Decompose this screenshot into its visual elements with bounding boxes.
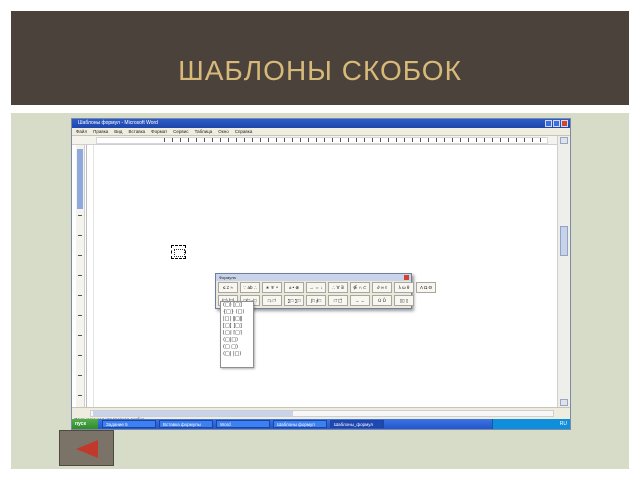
close-icon[interactable]: [404, 275, 409, 280]
taskbar-tasks: Задание 5 Вставка формулы Word Шаблоны ф…: [102, 420, 384, 428]
menu-items: Файл Правка Вид Вставка Формат Сервис Та…: [76, 128, 252, 135]
word-screenshot: Шаблоны формул - Microsoft Word Файл Пра…: [71, 118, 571, 430]
menu-view[interactable]: Вид: [114, 128, 122, 135]
slide-header: ШАБЛОНЫ СКОБОК: [11, 11, 629, 105]
taskbar-item[interactable]: Word: [216, 420, 270, 428]
bracket-option[interactable]: (□ □): [221, 344, 253, 351]
matrix-template-button[interactable]: ▯▯ ▯: [394, 295, 414, 306]
taskbar-item[interactable]: Шаблоны формул: [273, 420, 327, 428]
start-button[interactable]: пуск: [72, 419, 98, 429]
back-button[interactable]: [59, 430, 114, 466]
logic-button[interactable]: ∴ ∀ ∃: [328, 282, 348, 293]
script-template-button[interactable]: □ᵢ □ⁱ: [262, 295, 282, 306]
menu-format[interactable]: Формат: [151, 128, 167, 135]
sum-template-button[interactable]: ∑□ ∑□: [284, 295, 304, 306]
menu-help[interactable]: Справка: [235, 128, 253, 135]
maximize-icon[interactable]: [553, 120, 560, 127]
labeled-arrow-template-button[interactable]: → ←: [350, 295, 370, 306]
symbol-row: ≤ ≠ ≈ ∵ ab ∴ ∗ ∓ ∘ ± • ⊗ → ⇔ ↓ ∴ ∀ ∃ ∉ ∩…: [216, 281, 436, 294]
embellishments-button[interactable]: ∗ ∓ ∘: [262, 282, 282, 293]
horizontal-ruler: [72, 136, 570, 145]
equation-toolbar-title: Формула: [216, 274, 411, 281]
menu-window[interactable]: Окно: [218, 128, 228, 135]
slide-title: ШАБЛОНЫ СКОБОК: [178, 55, 462, 86]
operators-button[interactable]: ± • ⊗: [284, 282, 304, 293]
integral-template-button[interactable]: ∫□ ∮□: [306, 295, 326, 306]
scroll-thumb[interactable]: [560, 226, 568, 256]
window-controls: [545, 120, 568, 127]
vertical-ruler: [76, 145, 85, 407]
relations-button[interactable]: ≤ ≠ ≈: [218, 282, 238, 293]
sets-button[interactable]: ∉ ∩ ⊂: [350, 282, 370, 293]
bracket-option[interactable]: |□| ‖□‖: [221, 316, 253, 323]
greek-upper-button[interactable]: Λ Ω Θ: [416, 282, 436, 293]
minimize-icon[interactable]: [545, 120, 552, 127]
taskbar-item-active[interactable]: Шаблоны_формул: [330, 420, 384, 428]
spaces-button[interactable]: ∵ ab ∴: [240, 282, 260, 293]
bracket-template-palette: (□) [□] {□} ⟨□⟩ |□| ‖□‖ [□[ ]□] ⌊□⌋ ⌈□⌉ …: [220, 301, 254, 368]
bracket-option[interactable]: {□} ⟨□⟩: [221, 309, 253, 316]
formula-placeholder[interactable]: [171, 245, 186, 259]
system-tray: RU: [492, 419, 570, 429]
bracket-option[interactable]: ⌊□⌋ ⌈□⌉: [221, 330, 253, 337]
overbar-template-button[interactable]: □̄ □⃗: [328, 295, 348, 306]
menu-tools[interactable]: Сервис: [173, 128, 188, 135]
h-scroll-thumb[interactable]: [93, 411, 293, 416]
back-arrow-icon: [76, 440, 98, 458]
greek-lower-button[interactable]: λ ω θ: [394, 282, 414, 293]
close-icon[interactable]: [561, 120, 568, 127]
bracket-option[interactable]: ⟨□|□⟩: [221, 337, 253, 344]
bracket-option[interactable]: (□) [□]: [221, 302, 253, 309]
vertical-scrollbar[interactable]: [557, 136, 570, 407]
windows-taskbar: пуск Задание 5 Вставка формулы Word Шабл…: [72, 419, 570, 429]
taskbar-item[interactable]: Задание 5: [102, 420, 156, 428]
arrows-button[interactable]: → ⇔ ↓: [306, 282, 326, 293]
misc-button[interactable]: ∂ ∞ ℓ: [372, 282, 392, 293]
taskbar-item[interactable]: Вставка формулы: [159, 420, 213, 428]
bracket-option[interactable]: ⟨□| |□⟩: [221, 351, 253, 358]
menu-file[interactable]: Файл: [76, 128, 87, 135]
products-template-button[interactable]: Ū Ů: [372, 295, 392, 306]
scroll-up-icon[interactable]: [560, 137, 568, 144]
bracket-option[interactable]: [□[ ]□]: [221, 323, 253, 330]
menu-table[interactable]: Таблица: [195, 128, 213, 135]
scroll-down-icon[interactable]: [560, 399, 568, 406]
window-titlebar: Шаблоны формул - Microsoft Word: [72, 119, 570, 128]
menu-bar: Файл Правка Вид Вставка Формат Сервис Та…: [72, 128, 570, 136]
window-title: Шаблоны формул - Microsoft Word: [78, 120, 158, 126]
menu-insert[interactable]: Вставка: [128, 128, 145, 135]
menu-edit[interactable]: Правка: [93, 128, 108, 135]
